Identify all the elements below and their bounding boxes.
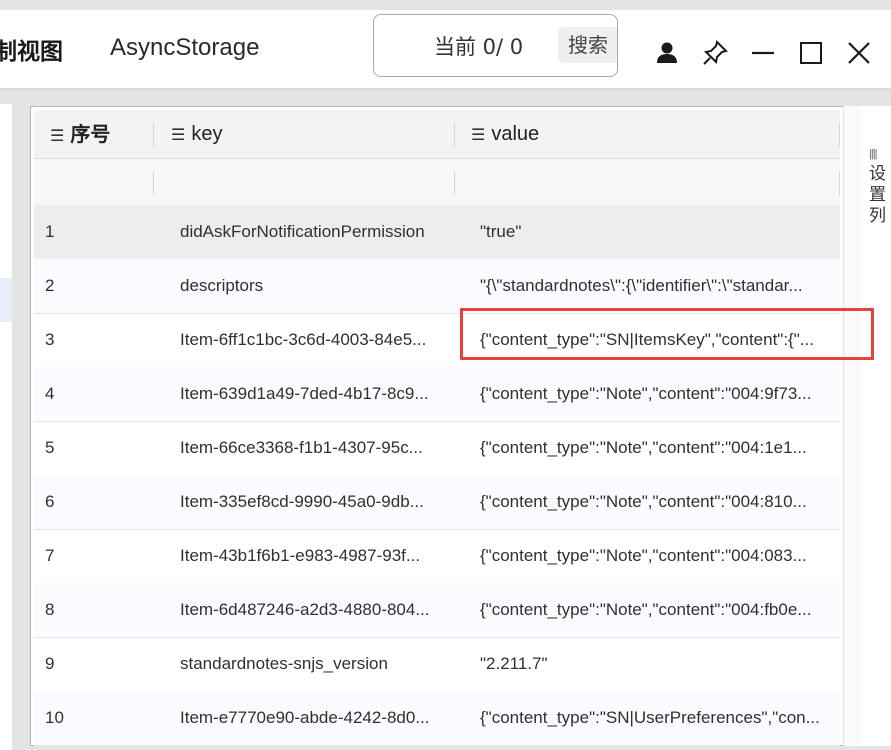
row-value: {"content_type":"Note","content":"004:81… (480, 492, 807, 511)
row-key: Item-66ce3368-f1b1-4307-95c... (180, 438, 423, 457)
column-settings-icon: |||| (869, 148, 878, 160)
search-button[interactable]: 搜索 (558, 27, 617, 63)
row-key: Item-335ef8cd-9990-45a0-9db... (180, 492, 424, 511)
filter-divider (454, 171, 455, 195)
column-divider[interactable] (153, 122, 154, 146)
row-key: descriptors (180, 276, 264, 295)
data-table: ☰ 序号 ☰ key ☰ value 1 didAskForNotificationP… (30, 106, 861, 746)
row-key: standardnotes-snjs_version (180, 654, 388, 673)
row-value: "true" (480, 222, 522, 241)
close-icon[interactable] (844, 38, 874, 68)
minimize-icon[interactable] (748, 38, 778, 68)
table-row[interactable]: 9 standardnotes-snjs_version "2.211.7" (34, 637, 840, 692)
tab-view[interactable]: 制视图 (0, 32, 63, 66)
column-header-value[interactable]: ☰ value (471, 110, 539, 158)
table-row[interactable]: 10 Item-e7770e90-abde-4242-8d0... {"cont… (34, 691, 840, 746)
row-index: 10 (45, 708, 64, 727)
user-icon[interactable] (652, 38, 682, 68)
row-value: {"content_type":"Note","content":"004:1e… (480, 438, 807, 457)
list-icon: ☰ (50, 126, 65, 145)
column-settings[interactable]: |||| 设置列 (861, 106, 891, 746)
highlight-box (460, 308, 874, 360)
maximize-icon[interactable] (796, 38, 826, 68)
list-icon: ☰ (471, 127, 486, 144)
table-row[interactable]: 8 Item-6d487246-a2d3-4880-804... {"conte… (34, 583, 840, 638)
search-count: 当前 0/ 0 (434, 35, 524, 59)
row-key: Item-6d487246-a2d3-4880-804... (180, 600, 430, 619)
filter-row (34, 159, 840, 206)
row-index: 7 (45, 546, 55, 565)
list-icon: ☰ (171, 127, 186, 144)
table-row[interactable]: 1 didAskForNotificationPermission "true" (34, 205, 840, 260)
row-key: Item-e7770e90-abde-4242-8d0... (180, 708, 430, 727)
column-divider[interactable] (454, 122, 455, 146)
row-index: 4 (45, 384, 55, 403)
table-header: ☰ 序号 ☰ key ☰ value (34, 110, 840, 159)
row-value: {"content_type":"SN|UserPreferences","co… (480, 708, 820, 727)
row-index: 9 (45, 654, 55, 673)
row-value: {"content_type":"Note","content":"004:fb… (480, 600, 812, 619)
row-index: 6 (45, 492, 55, 511)
row-key: Item-639d1a49-7ded-4b17-8c9... (180, 384, 429, 403)
table-row[interactable]: 7 Item-43b1f6b1-e983-4987-93f... {"conte… (34, 529, 840, 584)
row-value: "2.211.7" (480, 654, 548, 673)
left-sidebar (0, 104, 12, 750)
table-row[interactable]: 5 Item-66ce3368-f1b1-4307-95c... {"conte… (34, 421, 840, 476)
row-index: 1 (45, 222, 55, 241)
row-value: {"content_type":"Note","content":"004:08… (480, 546, 807, 565)
row-key: didAskForNotificationPermission (180, 222, 425, 241)
column-header-key[interactable]: ☰ key (171, 110, 222, 158)
title-bar: 制视图 AsyncStorage 当前 0/ 0 搜索 (0, 10, 891, 88)
row-index: 5 (45, 438, 55, 457)
table-row[interactable]: 4 Item-639d1a49-7ded-4b17-8c9... {"conte… (34, 367, 840, 422)
filter-divider (839, 171, 840, 195)
filter-divider (153, 171, 154, 195)
row-key: Item-43b1f6b1-e983-4987-93f... (180, 546, 421, 565)
sidebar-selected-item[interactable] (0, 278, 12, 322)
row-index: 8 (45, 600, 55, 619)
tab-asyncstorage[interactable]: AsyncStorage (110, 34, 259, 62)
row-index: 3 (45, 330, 55, 349)
row-value: {"content_type":"Note","content":"004:9f… (480, 384, 812, 403)
search-box[interactable]: 当前 0/ 0 搜索 (373, 14, 618, 77)
column-divider[interactable] (839, 122, 840, 146)
table-row[interactable]: 6 Item-335ef8cd-9990-45a0-9db... {"conte… (34, 475, 840, 530)
row-key: Item-6ff1c1bc-3c6d-4003-84e5... (180, 330, 427, 349)
row-index: 2 (45, 276, 55, 295)
row-value: "{\"standardnotes\":{\"identifier\":\"st… (480, 276, 803, 295)
column-header-index[interactable]: ☰ 序号 (50, 110, 110, 158)
pin-icon[interactable] (700, 38, 730, 68)
table-row[interactable]: 2 descriptors "{\"standardnotes\":{\"ide… (34, 259, 840, 314)
vertical-scrollbar[interactable] (843, 106, 862, 746)
column-settings-label: 设置列 (869, 164, 886, 226)
